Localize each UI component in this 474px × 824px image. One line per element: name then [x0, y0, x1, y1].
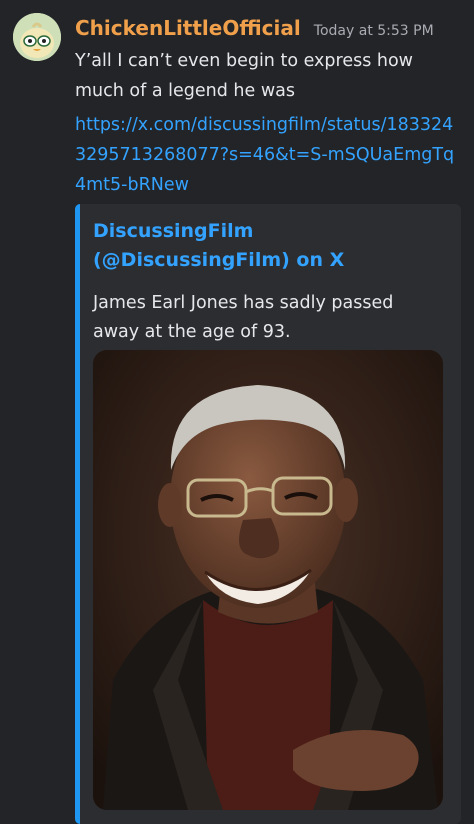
embed-image[interactable]: [93, 350, 443, 810]
link-embed: DiscussingFilm (@DiscussingFilm) on X Ja…: [75, 204, 461, 824]
username[interactable]: ChickenLittleOfficial: [75, 16, 301, 40]
message-timestamp: Today at 5:53 PM: [313, 23, 434, 39]
embed-author-link[interactable]: DiscussingFilm (@DiscussingFilm) on X: [93, 217, 423, 275]
message-header: ChickenLittleOfficial Today at 5:53 PM: [75, 16, 434, 40]
embed-description: James Earl Jones has sadly passed away a…: [93, 293, 394, 342]
chat-message: ChickenLittleOfficial Today at 5:53 PM Y…: [0, 0, 474, 824]
embed-accent-bar: [75, 204, 80, 824]
user-avatar[interactable]: [13, 13, 61, 61]
tweet-link[interactable]: https://x.com/discussingfilm/status/1833…: [75, 110, 460, 200]
message-text: Y’all I can’t even begin to express how …: [75, 51, 413, 101]
